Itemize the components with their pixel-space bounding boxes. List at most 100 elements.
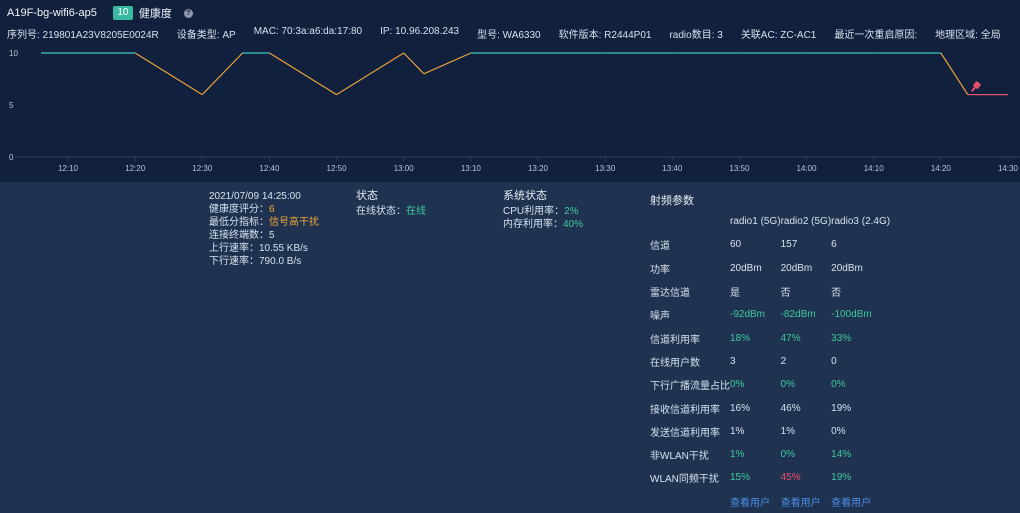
x-tick-label: 13:10 (461, 164, 482, 173)
table-cell: 3 (730, 355, 736, 367)
table-cell: 45% (780, 472, 801, 484)
table-cell: 16% (730, 402, 751, 414)
detail-panel: 2021/07/09 14:25:00 健康度评分：6 最低分指标：信号高干扰 … (0, 182, 1020, 513)
column-header (650, 210, 730, 233)
x-tick-label: 12:20 (125, 164, 146, 173)
point-time: 2021/07/09 14:25:00 (209, 191, 301, 202)
radio-title: 射频参数 (650, 195, 694, 207)
table-cell: 19% (831, 402, 852, 414)
table-cell: -100dBm (831, 309, 872, 321)
row-label: 非WLAN干扰 (650, 451, 709, 463)
status-title: 状态 (356, 190, 378, 202)
table-cell: 46% (780, 402, 801, 414)
online-value: 在线 (406, 206, 426, 217)
mem-value: 40% (563, 219, 584, 230)
mem-usage: 内存利用率：40% (503, 219, 584, 230)
column-header: radio2 (5G) (780, 216, 832, 228)
row-label: 雷达信道 (650, 288, 690, 300)
data-point (134, 52, 136, 54)
table-cell: -82dBm (780, 309, 816, 321)
health-chart-panel: A19F-bg-wifi6-ap5 10 健康度 ? 序列号: 219801A2… (0, 0, 1020, 182)
data-point (269, 52, 271, 54)
table-row: 下行广播流量占比 0% 0% 0% (650, 373, 890, 396)
row-label: 在线用户数 (650, 357, 700, 369)
upload-rate: 上行速率：10.55 KB/s (209, 243, 308, 254)
table-row: 雷达信道 是 否 否 (650, 280, 890, 303)
table-row: 在线用户数 3 2 0 (650, 350, 890, 373)
x-tick-label: 14:10 (864, 164, 885, 173)
table-row: 功率 20dBm 20dBm 20dBm (650, 257, 890, 280)
table-cell: 19% (831, 472, 852, 484)
y-tick-label: 0 (9, 153, 14, 162)
table-cell: 60 (730, 239, 742, 251)
x-tick-label: 13:40 (662, 164, 683, 173)
table-cell: 14% (831, 449, 852, 461)
table-cell: 1% (780, 425, 796, 437)
view-users-link[interactable]: 查看用户 (730, 490, 781, 513)
table-cell: 6 (831, 239, 837, 251)
table-cell: 20dBm (730, 262, 762, 274)
series-segment (423, 52, 472, 75)
table-cell: 20dBm (780, 262, 813, 274)
data-point (423, 73, 425, 75)
data-point (967, 94, 969, 96)
view-users-link[interactable]: 查看用户 (831, 490, 890, 513)
table-cell: 0% (831, 425, 846, 437)
status-section: 状态 在线状态：在线 (356, 190, 426, 218)
data-point (1007, 94, 1009, 96)
row-label: 发送信道利用率 (650, 427, 720, 439)
table-cell: 是 (730, 288, 740, 300)
series-segment (269, 52, 337, 96)
x-tick-label: 13:00 (394, 164, 415, 173)
table-cell: 2 (780, 355, 787, 367)
series-segment (134, 52, 203, 96)
table-cell: 18% (730, 332, 751, 344)
row-label: 功率 (650, 264, 670, 276)
table-row: 接收信道利用率 16% 46% 19% (650, 396, 890, 419)
row-label: 接收信道利用率 (650, 404, 720, 416)
pin-icon[interactable] (970, 81, 982, 93)
table-cell: 33% (831, 332, 852, 344)
data-point (242, 52, 244, 54)
system-title: 系统状态 (503, 190, 547, 202)
x-tick-label: 13:50 (729, 164, 750, 173)
x-tick-label: 12:30 (192, 164, 213, 173)
view-users-link[interactable]: 查看用户 (781, 490, 832, 513)
x-tick-label: 14:30 (998, 164, 1019, 173)
score-line: 健康度评分：6 (209, 204, 275, 215)
health-line-chart[interactable]: 0 5 10 12:10 12:20 12:30 12:40 12:50 13:00 13:10 1… (0, 0, 1020, 182)
data-point (403, 52, 405, 54)
x-tick-label: 13:30 (595, 164, 616, 173)
table-cell: 47% (780, 332, 801, 344)
series-segment (940, 52, 969, 95)
links-row: 查看用户 查看用户 查看用户 (650, 490, 890, 513)
data-point (739, 52, 741, 54)
row-label: 信道 (650, 241, 670, 253)
table-cell: 1% (730, 449, 745, 461)
table-cell: 0% (780, 379, 796, 391)
score-value: 6 (269, 204, 275, 215)
x-tick-label: 14:00 (797, 164, 818, 173)
table-row: 信道利用率 18% 47% 33% (650, 326, 890, 349)
table-row: 噪声 -92dBm -82dBm -100dBm (650, 303, 890, 326)
x-tick-label: 14:20 (931, 164, 952, 173)
cpu-value: 2% (564, 206, 579, 217)
data-point (806, 52, 808, 54)
row-label: 信道利用率 (650, 334, 700, 346)
table-cell: 0% (780, 449, 796, 461)
x-tick-label: 12:50 (327, 164, 348, 173)
min-metric-value: 信号高干扰 (269, 217, 319, 228)
table-cell: 157 (780, 239, 798, 251)
data-point (336, 94, 338, 96)
data-point (873, 52, 875, 54)
x-tick-label: 12:40 (259, 164, 280, 173)
y-tick-label: 5 (9, 101, 14, 110)
table-row: 非WLAN干扰 1% 0% 14% (650, 443, 890, 466)
point-detail: 2021/07/09 14:25:00 健康度评分：6 最低分指标：信号高干扰 … (209, 190, 319, 268)
system-section: 系统状态 CPU利用率：2% 内存利用率：40% (503, 190, 583, 231)
x-tick-label: 13:20 (528, 164, 549, 173)
column-header: radio3 (2.4G) (831, 216, 891, 228)
clients-line: 连接终端数：5 (209, 230, 275, 241)
table-cell: 0% (831, 379, 846, 391)
cpu-usage: CPU利用率：2% (503, 206, 579, 217)
